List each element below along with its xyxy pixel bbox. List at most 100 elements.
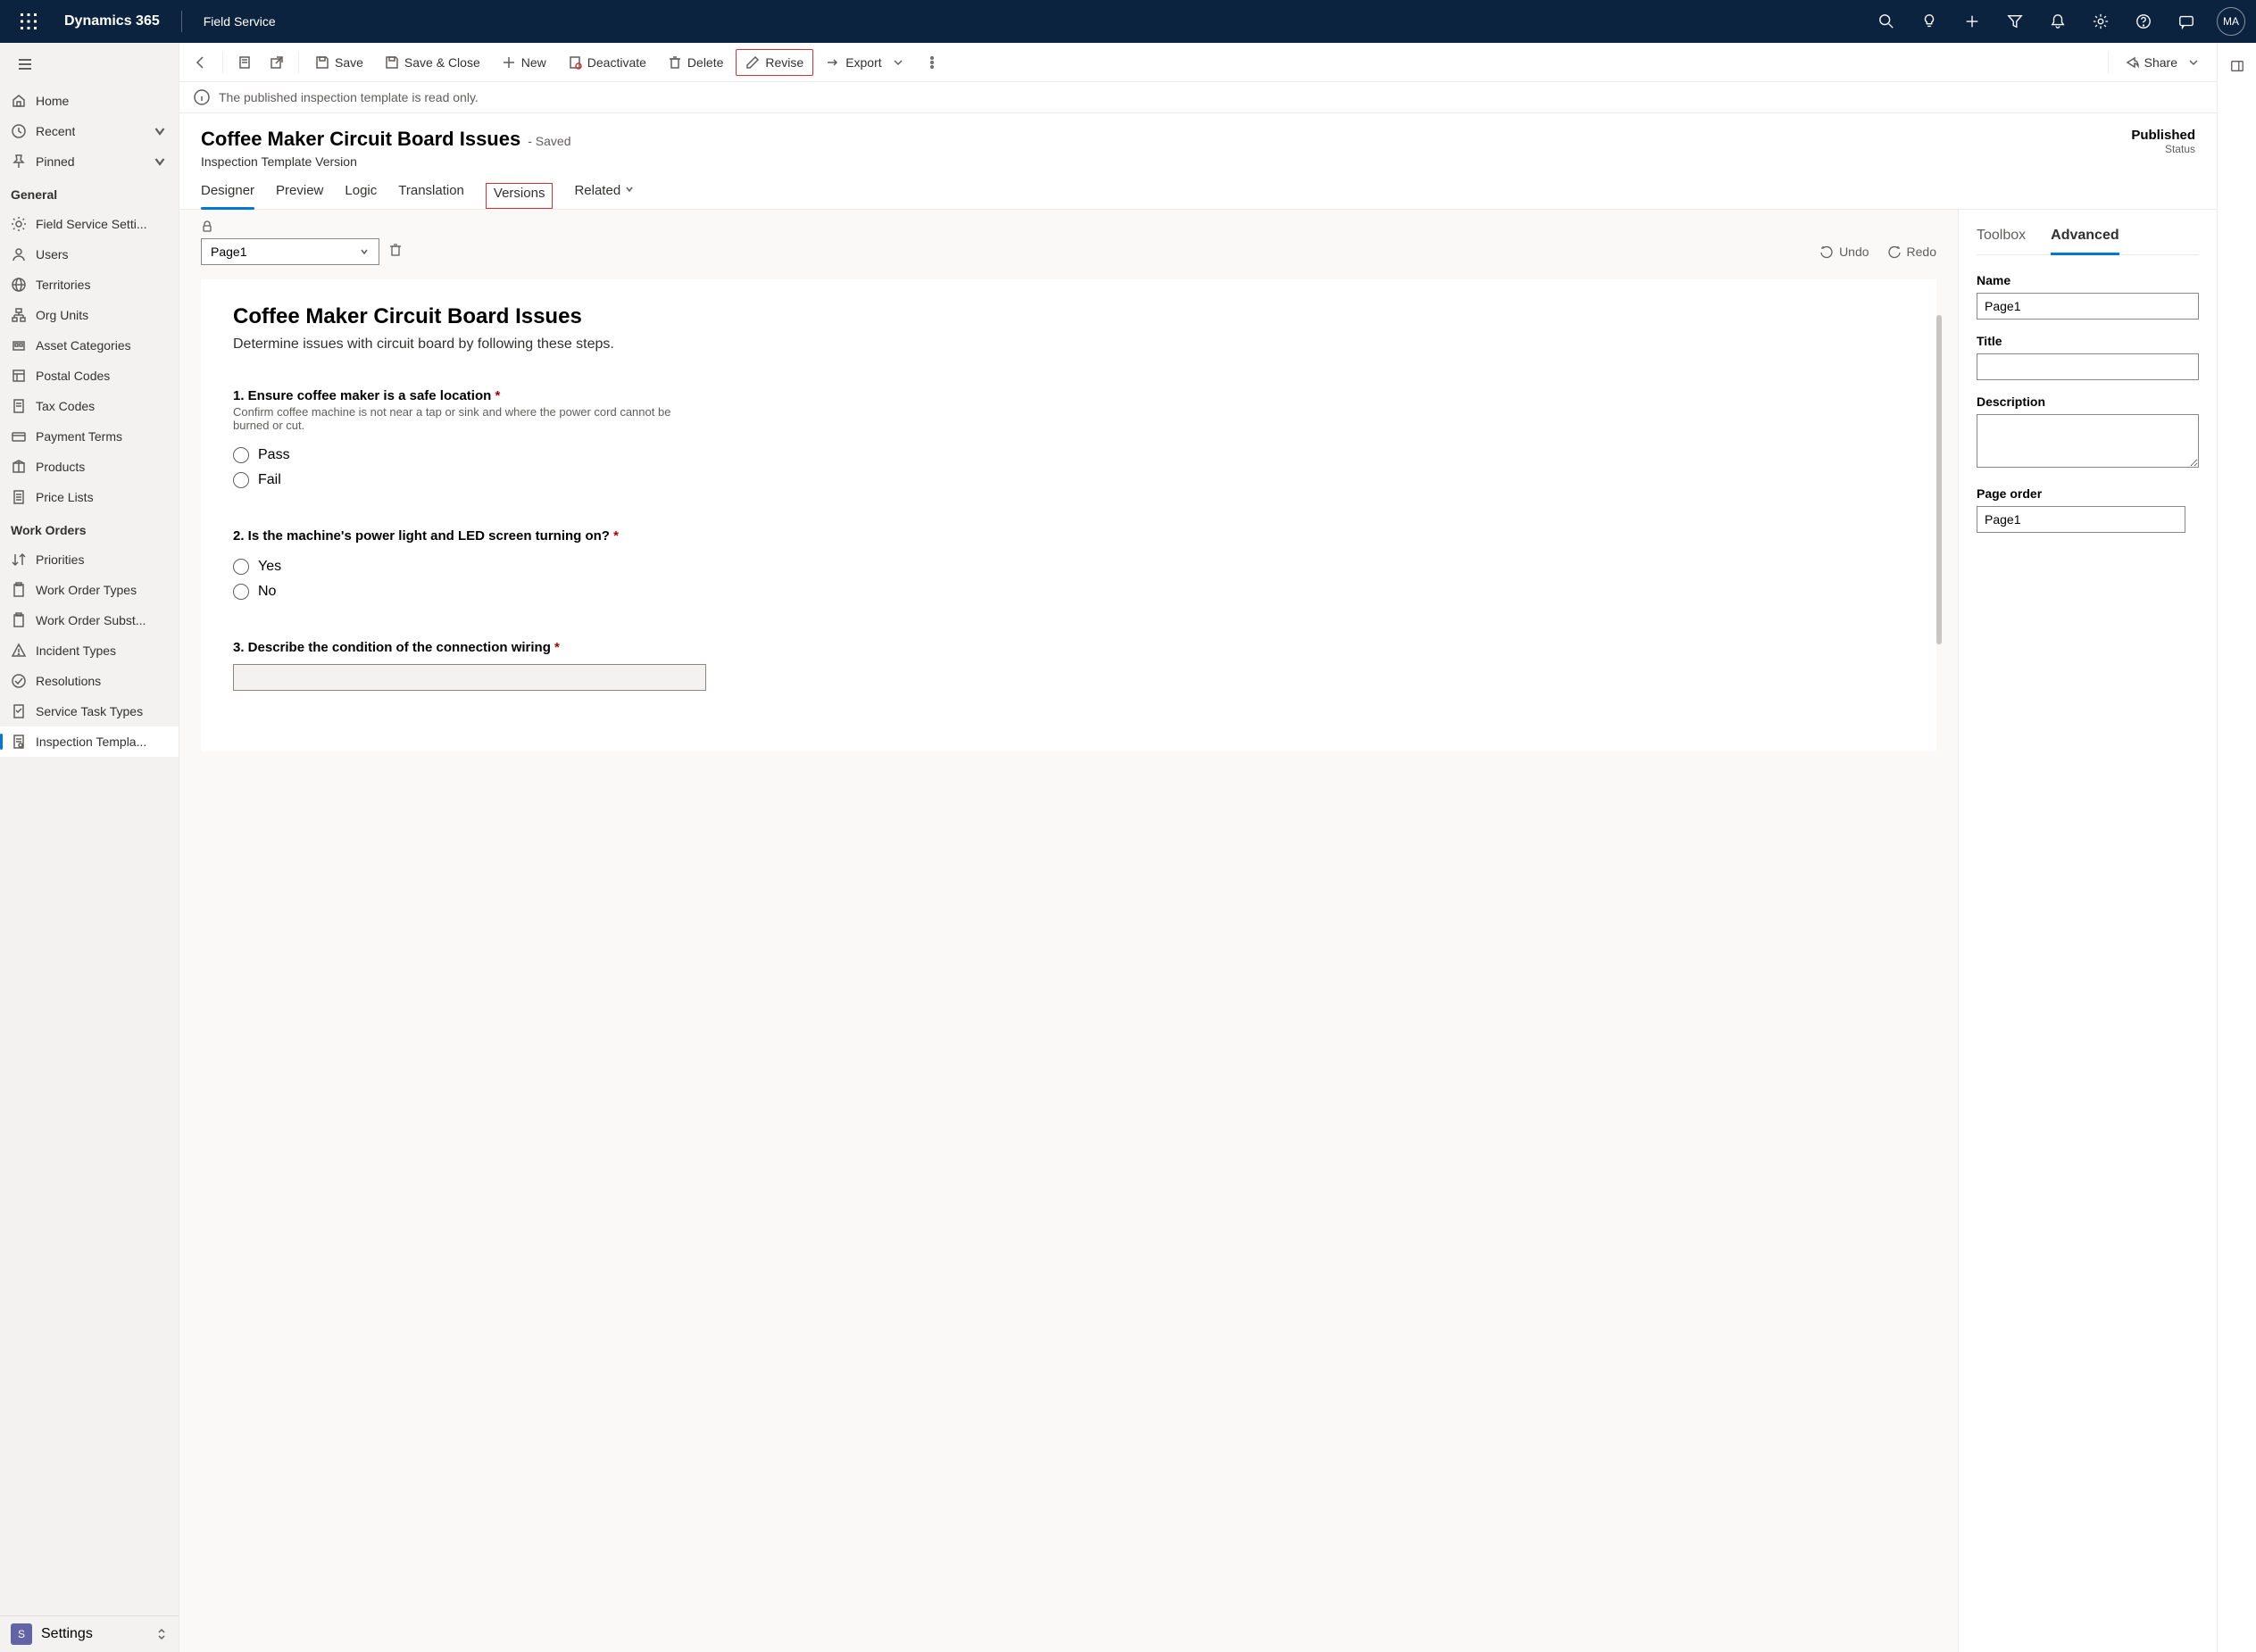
- radio-option[interactable]: Pass: [233, 443, 1904, 468]
- designer-canvas-area: Page1 Undo Redo Coffee Maker Circuit Boa…: [179, 210, 1958, 1652]
- props-tab-advanced[interactable]: Advanced: [2051, 228, 2119, 255]
- page-selector[interactable]: Page1: [201, 238, 379, 265]
- related-pane-button[interactable]: [2223, 54, 2252, 79]
- back-button[interactable]: [187, 50, 215, 75]
- sidebar-item-label: Priorities: [36, 552, 84, 567]
- user-avatar[interactable]: MA: [2217, 7, 2245, 36]
- canvas-description: Determine issues with circuit board by f…: [233, 336, 1904, 353]
- export-button[interactable]: Export: [817, 50, 913, 75]
- assistant-button[interactable]: [2167, 0, 2206, 43]
- plus-icon: [502, 55, 516, 70]
- tab-related[interactable]: Related: [574, 183, 635, 209]
- filter-button[interactable]: [1995, 0, 2035, 43]
- sidebar-item-products[interactable]: Products: [0, 452, 179, 482]
- prop-input-name[interactable]: [1977, 293, 2199, 320]
- more-icon: [925, 55, 939, 70]
- new-button[interactable]: New: [493, 50, 555, 75]
- props-tab-toolbox[interactable]: Toolbox: [1977, 228, 2026, 254]
- radio-icon: [233, 447, 249, 463]
- hamburger-icon: [17, 56, 33, 72]
- save-button[interactable]: Save: [306, 50, 372, 75]
- radio-option[interactable]: Yes: [233, 554, 1904, 579]
- org-icon: [11, 307, 27, 323]
- command-bar: Save Save & Close New Deactivate Delete …: [179, 43, 2217, 82]
- chevron-down-icon: [152, 154, 168, 170]
- sidebar-item-org-units[interactable]: Org Units: [0, 300, 179, 330]
- waffle-icon: [21, 13, 37, 29]
- sidebar-item-label: Recent: [36, 124, 75, 138]
- sidebar-item-price-lists[interactable]: Price Lists: [0, 482, 179, 512]
- lightbulb-button[interactable]: [1910, 0, 1949, 43]
- sidebar-item-field-service-setti-[interactable]: Field Service Setti...: [0, 209, 179, 239]
- tab-translation[interactable]: Translation: [398, 183, 464, 209]
- delete-page-button[interactable]: [388, 243, 403, 261]
- more-commands-button[interactable]: [918, 50, 946, 75]
- tab-preview[interactable]: Preview: [276, 183, 323, 209]
- help-icon: [2135, 13, 2152, 29]
- save-close-button[interactable]: Save & Close: [376, 50, 489, 75]
- sidebar-area-switcher[interactable]: S Settings: [0, 1615, 179, 1652]
- task-icon: [11, 703, 27, 719]
- delete-button[interactable]: Delete: [659, 50, 732, 75]
- deactivate-button[interactable]: Deactivate: [559, 50, 655, 75]
- sidebar-item-work-order-subst-[interactable]: Work Order Subst...: [0, 605, 179, 635]
- sidebar-item-payment-terms[interactable]: Payment Terms: [0, 421, 179, 452]
- record-header: Coffee Maker Circuit Board Issues - Save…: [179, 113, 2217, 169]
- app-launcher-button[interactable]: [7, 0, 50, 43]
- sidebar-item-work-order-types[interactable]: Work Order Types: [0, 575, 179, 605]
- search-button[interactable]: [1867, 0, 1906, 43]
- gear-icon: [11, 216, 27, 232]
- settings-button[interactable]: [2081, 0, 2120, 43]
- sidebar-item-incident-types[interactable]: Incident Types: [0, 635, 179, 666]
- text-input[interactable]: [233, 664, 706, 691]
- radio-icon: [233, 472, 249, 488]
- box-icon: [11, 459, 27, 475]
- sidebar-item-pinned[interactable]: Pinned: [0, 146, 179, 177]
- module-name[interactable]: Field Service: [204, 14, 276, 29]
- status-value: Published: [2131, 128, 2195, 143]
- redo-button[interactable]: Redo: [1887, 245, 1936, 259]
- radio-icon: [233, 559, 249, 575]
- product-name[interactable]: Dynamics 365: [64, 13, 160, 29]
- add-button[interactable]: [1952, 0, 1992, 43]
- sidebar-item-asset-categories[interactable]: Asset Categories: [0, 330, 179, 361]
- sidebar-item-service-task-types[interactable]: Service Task Types: [0, 696, 179, 726]
- notification-bar: The published inspection template is rea…: [179, 82, 2217, 113]
- radio-option[interactable]: Fail: [233, 468, 1904, 493]
- sidebar-item-inspection-templa-[interactable]: Inspection Templa...: [0, 726, 179, 757]
- sidebar-item-tax-codes[interactable]: Tax Codes: [0, 391, 179, 421]
- record-title: Coffee Maker Circuit Board Issues: [201, 128, 520, 151]
- prop-input-description[interactable]: [1977, 414, 2199, 468]
- sidebar-item-recent[interactable]: Recent: [0, 116, 179, 146]
- sidebar-item-resolutions[interactable]: Resolutions: [0, 666, 179, 696]
- prop-input-pageorder[interactable]: [1977, 506, 2185, 533]
- sidebar-item-priorities[interactable]: Priorities: [0, 544, 179, 575]
- sidebar-item-label: Products: [36, 460, 85, 474]
- tab-designer[interactable]: Designer: [201, 183, 254, 209]
- tab-logic[interactable]: Logic: [345, 183, 377, 209]
- record-status: Published Status: [2131, 128, 2195, 155]
- sidebar-item-users[interactable]: Users: [0, 239, 179, 270]
- sidebar-item-label: Tax Codes: [36, 399, 95, 413]
- sidebar-item-postal-codes[interactable]: Postal Codes: [0, 361, 179, 391]
- popout-button[interactable]: [262, 50, 291, 75]
- sidebar-item-home[interactable]: Home: [0, 86, 179, 116]
- undo-button[interactable]: Undo: [1819, 245, 1869, 259]
- hamburger-button[interactable]: [7, 46, 43, 82]
- prop-input-title[interactable]: [1977, 353, 2199, 380]
- prop-label-description: Description: [1977, 394, 2199, 409]
- plus-icon: [1964, 13, 1980, 29]
- inspect-icon: [11, 734, 27, 750]
- revise-button[interactable]: Revise: [736, 49, 813, 76]
- option-label: Fail: [258, 472, 281, 488]
- trash-icon: [388, 243, 403, 257]
- chevron-down-icon: [2186, 55, 2201, 70]
- sidebar-item-label: Home: [36, 94, 69, 108]
- tab-versions[interactable]: Versions: [486, 183, 554, 209]
- help-button[interactable]: [2124, 0, 2163, 43]
- notifications-button[interactable]: [2038, 0, 2077, 43]
- share-button[interactable]: Share: [2116, 50, 2210, 75]
- sidebar-item-territories[interactable]: Territories: [0, 270, 179, 300]
- open-record-set-button[interactable]: [230, 50, 259, 75]
- radio-option[interactable]: No: [233, 579, 1904, 604]
